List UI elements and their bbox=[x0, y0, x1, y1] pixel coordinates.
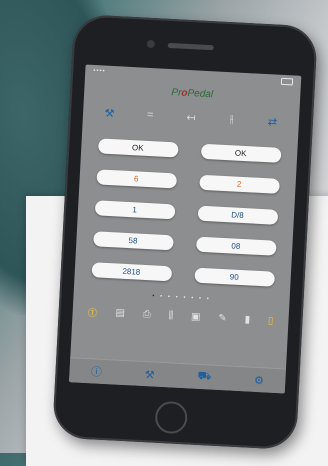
value-pill[interactable]: 2 bbox=[199, 175, 280, 194]
tools-icon[interactable]: ⚒ bbox=[144, 368, 155, 381]
earpiece-speaker bbox=[168, 43, 214, 50]
chart-icon[interactable]: ▤ bbox=[115, 307, 125, 318]
value-pill[interactable]: 58 bbox=[93, 231, 174, 250]
values-grid: OK OK 6 2 1 D/8 bbox=[75, 122, 299, 287]
info-icon[interactable]: ⓘ bbox=[91, 363, 103, 380]
field-10: 90 bbox=[189, 260, 279, 287]
value-pill[interactable]: 1 bbox=[94, 200, 175, 219]
page-dot-active: • bbox=[152, 293, 156, 299]
phone-screen: •••• ProPedal ⚒ = ↤ ⫲ ⇄ OK OK 6 bbox=[69, 65, 301, 394]
field-9: 2818 bbox=[87, 255, 177, 282]
value-pill[interactable]: OK bbox=[200, 144, 281, 163]
printer-icon[interactable]: ⎙ bbox=[143, 308, 152, 319]
field-8: 08 bbox=[191, 229, 281, 256]
field-3: 6 bbox=[91, 162, 181, 189]
pen-icon[interactable]: ✎ bbox=[218, 312, 227, 323]
value-pill[interactable]: 90 bbox=[194, 268, 275, 287]
hammer-icon[interactable]: ⚒ bbox=[98, 106, 121, 120]
value-pill[interactable]: OK bbox=[97, 138, 178, 157]
car-icon[interactable]: ⛟ bbox=[197, 370, 212, 385]
field-4: 2 bbox=[194, 167, 284, 194]
columns-icon[interactable]: ⫼ bbox=[168, 310, 173, 321]
value-pill[interactable]: D/8 bbox=[197, 206, 278, 225]
signal-indicator: •••• bbox=[93, 68, 106, 75]
tuning-icon[interactable]: ⫲ bbox=[220, 112, 243, 126]
front-camera bbox=[147, 40, 155, 48]
value-pill[interactable]: 08 bbox=[195, 237, 276, 256]
page-dots-inactive: • • • • • • • bbox=[160, 294, 211, 303]
value-pill[interactable]: 6 bbox=[96, 169, 177, 188]
field-2: OK bbox=[196, 136, 286, 163]
image-icon[interactable]: ▣ bbox=[191, 311, 201, 322]
home-button[interactable] bbox=[154, 401, 188, 435]
bookmark-icon[interactable]: ▮ bbox=[244, 314, 250, 325]
battery-icon bbox=[281, 77, 293, 85]
field-1: OK bbox=[93, 131, 183, 158]
value-pill[interactable]: 2818 bbox=[91, 262, 172, 281]
equals-icon[interactable]: = bbox=[139, 108, 162, 121]
field-6: D/8 bbox=[193, 198, 283, 225]
gear-icon[interactable]: ⚙ bbox=[254, 373, 265, 386]
field-5: 1 bbox=[90, 193, 180, 220]
battery-level-icon[interactable]: ▯ bbox=[268, 315, 274, 326]
arrow-left-icon[interactable]: ↤ bbox=[180, 110, 203, 124]
swap-icon[interactable]: ⇄ bbox=[261, 114, 284, 128]
warning-icon[interactable]: ⓵ bbox=[87, 304, 98, 320]
logo-suffix: Pedal bbox=[187, 88, 213, 100]
tab-bar: ⓘ ⚒ ⛟ ⚙ bbox=[69, 357, 286, 393]
field-7: 58 bbox=[88, 224, 178, 251]
smartphone: •••• ProPedal ⚒ = ↤ ⫲ ⇄ OK OK 6 bbox=[52, 14, 318, 450]
